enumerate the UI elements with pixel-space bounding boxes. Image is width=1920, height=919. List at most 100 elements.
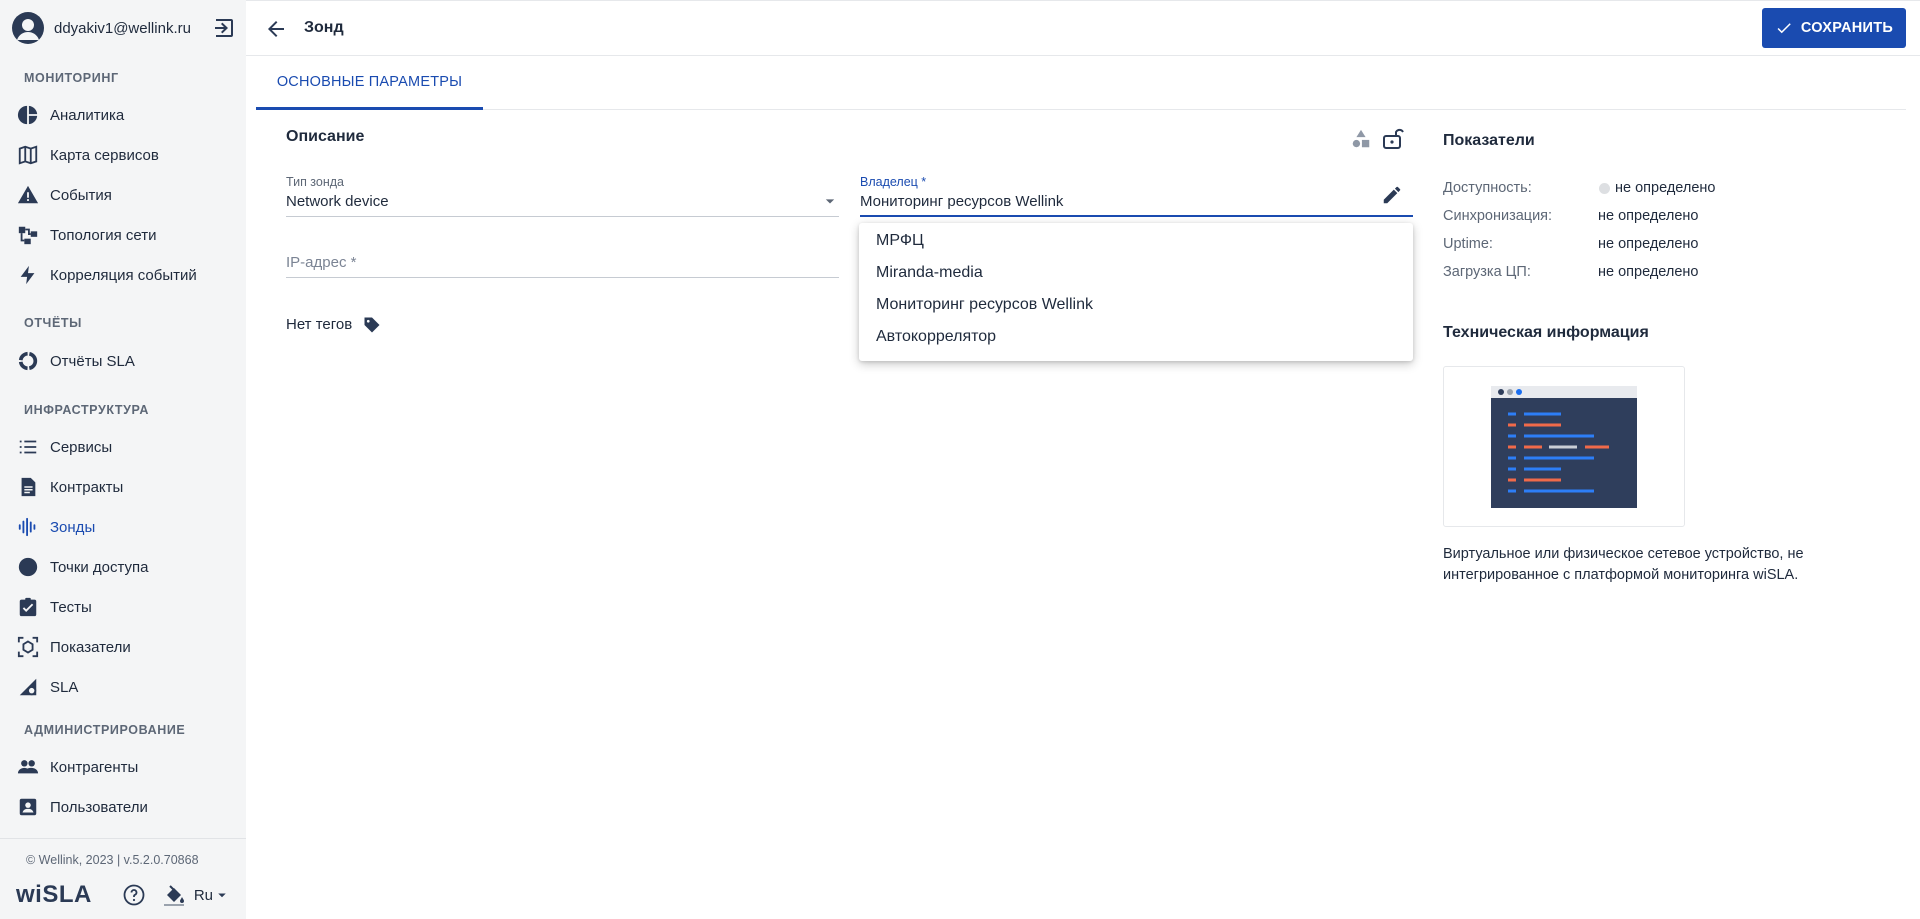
sidebar-divider: [0, 838, 246, 839]
tech-info-description: Виртуальное или физическое сетевое устро…: [1443, 546, 1804, 583]
user-email: ddyakiv1@wellink.ru: [54, 19, 191, 37]
sidebar-item-tests[interactable]: Тесты: [16, 591, 238, 623]
section-title-administration: АДМИНИСТРИРОВАНИЕ: [24, 723, 186, 737]
no-tags-label: Нет тегов: [286, 316, 353, 333]
wisla-logo: wiSLA: [16, 881, 92, 908]
lock-open-icon[interactable]: [1380, 126, 1404, 150]
list-icon: [16, 435, 40, 459]
sidebar-item-service-map[interactable]: Карта сервисов: [16, 139, 238, 171]
owner-value: Мониторинг ресурсов Wellink: [860, 193, 1064, 210]
sync-value: не определено: [1598, 208, 1699, 224]
chevron-down-icon: [218, 893, 226, 898]
clipboard-check-icon: [16, 595, 40, 619]
owner-underline: [860, 215, 1413, 217]
sidebar-item-services[interactable]: Сервисы: [16, 431, 238, 463]
copyright: © Wellink, 2023 | v.5.2.0.70868: [26, 853, 199, 867]
sidebar-item-label: Точки доступа: [50, 558, 149, 576]
tag-icon[interactable]: [362, 315, 382, 335]
tab-main-parameters[interactable]: ОСНОВНЫЕ ПАРАМЕТРЫ: [256, 56, 483, 110]
section-title-reports: ОТЧЁТЫ: [24, 316, 82, 330]
description-heading: Описание: [286, 128, 365, 145]
avatar-icon[interactable]: [12, 12, 44, 44]
topology-icon: [16, 223, 40, 247]
user-card-icon: [16, 795, 40, 819]
owner-option[interactable]: Автокоррелятор: [876, 328, 996, 346]
help-icon[interactable]: [122, 883, 146, 907]
user-row: ddyakiv1@wellink.ru: [12, 12, 236, 44]
owner-option[interactable]: Miranda-media: [876, 264, 983, 282]
sidebar-item-sla[interactable]: SLA: [16, 671, 238, 703]
probe-type-value: Network device: [286, 193, 389, 210]
sync-label: Синхронизация:: [1443, 208, 1553, 224]
ip-address-placeholder: IP-адрес *: [286, 254, 357, 271]
sidebar-item-label: Аналитика: [50, 106, 125, 124]
sidebar-item-metrics[interactable]: Показатели: [16, 631, 238, 663]
owner-dropdown-menu: МРФЦ Miranda-media Мониторинг ресурсов W…: [859, 223, 1413, 361]
sidebar-item-label: Карта сервисов: [50, 146, 159, 164]
cpu-load-value: не определено: [1598, 264, 1699, 280]
sidebar-item-contracts[interactable]: Контракты: [16, 471, 238, 503]
section-title-monitoring: МОНИТОРИНГ: [24, 71, 119, 85]
sidebar-footer: wiSLA Ru: [16, 880, 236, 910]
check-icon: [1777, 23, 1791, 34]
logout-icon[interactable]: [212, 16, 236, 40]
owner-label: Владелец *: [860, 175, 927, 189]
lightning-icon: [16, 263, 40, 287]
sidebar-item-label: Сервисы: [50, 438, 113, 456]
tech-info-card: [1443, 366, 1685, 527]
metrics-heading: Показатели: [1443, 132, 1535, 149]
dropdown-arrow-icon: [825, 199, 835, 204]
sidebar-item-access-points[interactable]: Точки доступа: [16, 551, 238, 583]
sidebar-item-label: Топология сети: [50, 226, 157, 244]
donut-icon: [16, 349, 40, 373]
cpu-load-label: Загрузка ЦП:: [1443, 264, 1531, 280]
sidebar-item-users[interactable]: Пользователи: [16, 791, 238, 823]
sidebar-item-sla-reports[interactable]: Отчёты SLA: [16, 345, 238, 377]
document-icon: [16, 475, 40, 499]
sidebar-item-label: Тесты: [50, 598, 92, 616]
availability-value: не определено: [1615, 180, 1716, 196]
sidebar-item-label: Отчёты SLA: [50, 352, 135, 370]
pie-chart-icon: [16, 103, 40, 127]
section-title-infrastructure: ИНФРАСТРУКТУРА: [24, 403, 149, 417]
sidebar-item-label: Показатели: [50, 638, 131, 656]
sidebar-item-label: SLA: [50, 678, 79, 696]
sidebar-item-counterparties[interactable]: Контрагенты: [16, 751, 238, 783]
owner-option[interactable]: МРФЦ: [876, 232, 924, 250]
sidebar-item-probes[interactable]: Зонды: [16, 511, 238, 543]
ip-address-underline: [286, 277, 839, 278]
edit-pencil-icon[interactable]: [1381, 184, 1403, 206]
circle-icon: [16, 555, 40, 579]
sidebar-item-label: Зонды: [50, 518, 96, 536]
status-dot-icon: [1599, 183, 1610, 194]
sidebar-item-label: Контракты: [50, 478, 124, 496]
metrics-icon: [16, 635, 40, 659]
uptime-label: Uptime:: [1443, 236, 1493, 252]
sidebar-item-events[interactable]: События: [16, 179, 238, 211]
sidebar-item-topology[interactable]: Топология сети: [16, 219, 238, 251]
sidebar: ddyakiv1@wellink.ru МОНИТОРИНГ Аналитика…: [0, 0, 246, 919]
language-selector[interactable]: Ru: [194, 886, 231, 904]
sidebar-item-label: События: [50, 186, 112, 204]
tab-bar: ОСНОВНЫЕ ПАРАМЕТРЫ: [256, 56, 1906, 110]
top-bar: Зонд СОХРАНИТЬ: [246, 0, 1920, 56]
people-icon: [16, 755, 40, 779]
sidebar-item-analytics[interactable]: Аналитика: [16, 99, 238, 131]
back-arrow-icon[interactable]: [264, 17, 288, 41]
sidebar-item-label: Контрагенты: [50, 758, 139, 776]
page-title: Зонд: [304, 19, 344, 36]
probe-type-underline: [286, 216, 839, 217]
paint-bucket-icon[interactable]: [162, 883, 186, 907]
sidebar-item-label: Пользователи: [50, 798, 148, 816]
uptime-value: не определено: [1598, 236, 1699, 252]
code-window-illustration-icon: [1491, 386, 1637, 508]
save-button[interactable]: СОХРАНИТЬ: [1762, 8, 1906, 48]
owner-option[interactable]: Мониторинг ресурсов Wellink: [876, 296, 1093, 314]
tech-info-heading: Техническая информация: [1443, 324, 1649, 341]
sidebar-item-label: Корреляция событий: [50, 266, 197, 284]
sla-icon: [16, 675, 40, 699]
warning-icon: [16, 183, 40, 207]
sidebar-item-event-correlation[interactable]: Корреляция событий: [16, 259, 238, 291]
shapes-icon[interactable]: [1350, 128, 1372, 150]
availability-label: Доступность:: [1443, 180, 1532, 196]
